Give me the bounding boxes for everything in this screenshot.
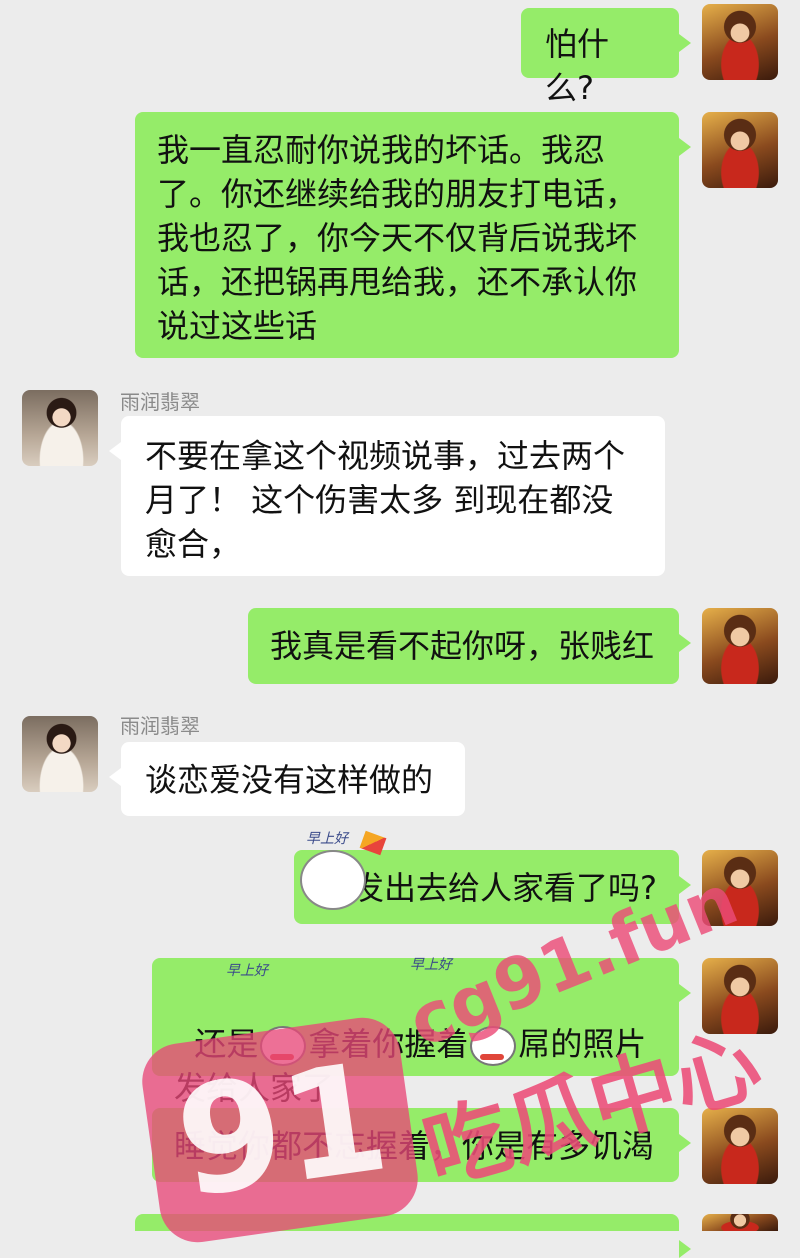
message-bubble-me[interactable] xyxy=(135,1214,691,1258)
sender-name: 雨润翡翠 xyxy=(120,714,200,738)
good-morning-sticker-icon xyxy=(470,1026,517,1066)
sticker-label: 早上好 xyxy=(226,963,268,979)
my-avatar[interactable] xyxy=(702,1108,778,1184)
my-avatar[interactable] xyxy=(702,4,778,80)
contact-avatar[interactable] xyxy=(22,716,98,792)
message-bubble-me[interactable]: 我一直忍耐你说我的坏话。我忍了。你还继续给我的朋友打电话，我也忍了，你今天不仅背… xyxy=(135,112,691,358)
my-avatar[interactable] xyxy=(702,1214,778,1231)
my-avatar[interactable] xyxy=(702,112,778,188)
my-avatar[interactable] xyxy=(702,958,778,1034)
contact-avatar[interactable] xyxy=(22,390,98,466)
message-bubble-me[interactable]: 怕什么? xyxy=(521,8,691,107)
good-morning-sticker-icon xyxy=(260,1026,307,1066)
message-bubble-other[interactable]: 谈恋爱没有这样做的 xyxy=(109,742,465,816)
my-avatar[interactable] xyxy=(702,608,778,684)
sticker-label: 早上好 xyxy=(306,831,348,847)
message-text: 还是 xyxy=(194,1025,259,1063)
message-bubble-other[interactable]: 不要在拿这个视频说事，过去两个月了！ 这个伤害太多 到现在都没愈合， xyxy=(109,416,665,576)
sticker-label: 早上好 xyxy=(410,957,452,973)
message-bubble-me[interactable]: 我真是看不起你呀，张贱红 xyxy=(248,608,691,684)
good-morning-sticker-icon xyxy=(300,850,366,910)
message-text: 拿着你握着 xyxy=(308,1025,469,1063)
my-avatar[interactable] xyxy=(702,850,778,926)
sender-name: 雨润翡翠 xyxy=(120,390,200,414)
message-bubble-me[interactable]: 睡觉你都不忘握着，你是有多饥渴 xyxy=(152,1108,691,1182)
